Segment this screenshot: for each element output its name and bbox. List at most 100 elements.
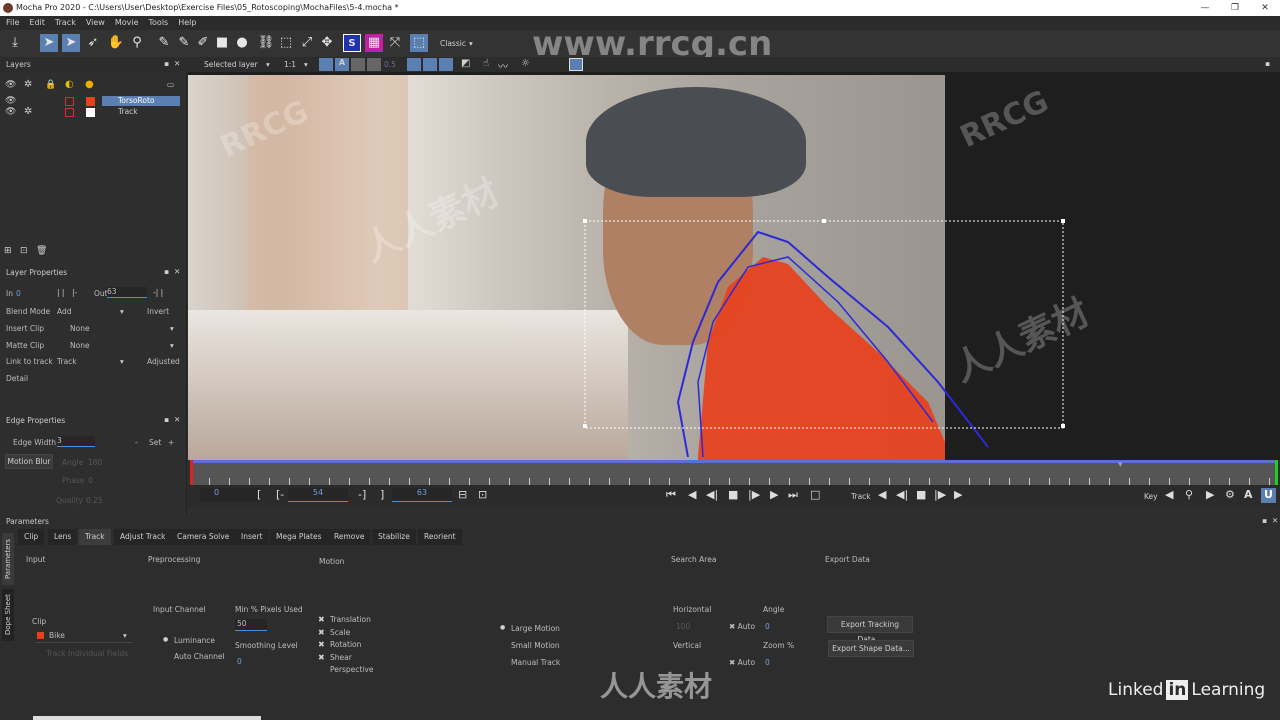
play-backward-icon[interactable]: ◀| — [706, 488, 718, 501]
export-tracking-data-button[interactable]: Export Tracking Data... — [827, 616, 913, 644]
detail-toggle[interactable]: Detail — [6, 374, 28, 383]
smoothing-field[interactable]: 0 — [237, 657, 242, 666]
undock-icon[interactable]: ▪ — [1262, 516, 1267, 525]
close-panel-icon[interactable]: ✕ — [174, 267, 180, 276]
chevron-down-icon[interactable]: ▾ — [266, 60, 270, 69]
tab-mega-plates[interactable]: Mega Plates — [270, 529, 328, 545]
tab-insert[interactable]: Insert — [235, 529, 269, 545]
timeline-scrubber[interactable]: ▾ — [190, 460, 1278, 485]
motion-scale-checkbox[interactable]: ✖ Scale — [318, 628, 373, 641]
stop-icon[interactable]: ■ — [728, 488, 738, 501]
go-in-button[interactable]: |- — [72, 288, 77, 297]
zoom-field[interactable]: 0 — [765, 658, 770, 667]
tab-lens[interactable]: Lens — [48, 529, 78, 545]
chevron-down-icon[interactable]: ▾ — [170, 324, 174, 333]
layer-name[interactable]: Track — [118, 107, 138, 116]
track-fields-checkbox[interactable]: Track Individual Fields — [46, 649, 128, 658]
chevron-down-icon[interactable]: ▾ — [120, 307, 124, 316]
layer-color-swatch[interactable] — [86, 97, 95, 106]
side-tab-dope-sheet[interactable]: Dope Sheet — [2, 589, 14, 641]
scale-tool-icon[interactable]: ⤢ — [298, 34, 316, 52]
uberkey-icon[interactable]: U — [1261, 488, 1276, 503]
settings-icon[interactable]: ✲ — [24, 106, 32, 117]
hand-cursor-icon[interactable]: ☝ — [483, 58, 489, 69]
horizontal-auto-checkbox[interactable]: ✖ Auto — [729, 622, 755, 631]
large-motion-radio[interactable]: ● — [500, 624, 505, 631]
edge-width-field[interactable]: 3 — [57, 436, 95, 447]
tab-clip[interactable]: Clip — [18, 529, 45, 545]
luminance-radio[interactable]: ● — [163, 636, 168, 643]
layer-color-swatch[interactable] — [86, 108, 95, 117]
horizontal-field[interactable]: 100 — [676, 622, 690, 631]
end-frame-field[interactable]: 63 — [392, 488, 452, 502]
show-text-icon[interactable]: A — [335, 58, 349, 71]
set-out-button[interactable]: ] — [380, 488, 384, 501]
edge-set-button[interactable]: Set — [149, 438, 161, 447]
loop-icon[interactable]: □ — [810, 488, 820, 501]
layer-row-track[interactable]: 👁 ✲ Track — [0, 106, 187, 118]
tab-remove[interactable]: Remove — [328, 529, 371, 545]
set-in-button[interactable]: | | — [57, 288, 64, 297]
surface-icon[interactable]: S — [343, 34, 361, 52]
layers-menu-icon[interactable]: ▭ — [167, 80, 174, 89]
show-roto-icon[interactable] — [367, 58, 381, 71]
add-layer-icon[interactable]: ⊞ — [4, 246, 12, 256]
workspace-select[interactable]: Classic — [440, 39, 466, 48]
clear-cache-icon[interactable]: ⊡ — [478, 488, 487, 501]
circle-tool-icon[interactable]: ● — [233, 34, 251, 52]
adjusted-checkbox[interactable]: Adjusted — [147, 357, 180, 366]
track-backward-icon[interactable]: ◀ — [878, 488, 886, 501]
manual-track-radio[interactable]: Manual Track — [511, 658, 560, 667]
delete-all-keys-icon[interactable]: ⚙ — [1225, 488, 1235, 501]
close-panel-icon[interactable]: ✕ — [1272, 516, 1278, 525]
show-matte-icon[interactable] — [351, 58, 365, 71]
angle-field[interactable]: 0 — [765, 622, 770, 631]
tab-track[interactable]: Track — [79, 529, 111, 545]
chevron-down-icon[interactable]: ▾ — [469, 39, 473, 48]
clip-select[interactable]: Bike ▾ — [35, 630, 133, 643]
insert-clip-select[interactable]: None — [70, 324, 90, 333]
cache-icon[interactable]: ⊟ — [458, 488, 467, 501]
xspline-tool-icon[interactable]: ✎ — [155, 34, 173, 52]
close-panel-icon[interactable]: ✕ — [174, 415, 180, 424]
mb-angle-field[interactable]: 180 — [88, 458, 102, 467]
grid-icon[interactable]: ▦ — [365, 34, 383, 52]
matte-toggle-icon[interactable] — [65, 97, 74, 106]
chevron-down-icon[interactable]: ▾ — [304, 60, 308, 69]
next-key-icon[interactable]: ▶ — [1206, 488, 1214, 501]
prev-key-icon[interactable]: ◀ — [1165, 488, 1173, 501]
hand-tool-icon[interactable]: ✋ — [107, 34, 125, 52]
auto-channel-radio[interactable]: Auto Channel — [174, 652, 225, 661]
add-point-tool-icon[interactable]: ➶ — [84, 34, 102, 52]
invert-checkbox[interactable]: Invert — [147, 307, 169, 316]
roto-shape-overlay[interactable] — [188, 72, 1280, 460]
curve-icon[interactable]: 〰 — [498, 58, 508, 73]
add-key-icon[interactable]: ⚲ — [1185, 488, 1193, 501]
set-out-button[interactable]: -| | — [153, 288, 163, 297]
menu-file[interactable]: File — [6, 16, 19, 30]
rectangle-tool-icon[interactable]: ■ — [213, 34, 231, 52]
brush-tool-icon[interactable]: ✐ — [194, 34, 212, 52]
tab-adjust-track[interactable]: Adjust Track — [114, 529, 172, 545]
out-marker[interactable] — [1275, 460, 1278, 485]
export-shape-data-button[interactable]: Export Shape Data... — [828, 640, 914, 657]
blend-mode-select[interactable]: Add — [57, 307, 72, 316]
menu-track[interactable]: Track — [55, 16, 76, 30]
edge-plus-button[interactable]: + — [168, 438, 174, 447]
matte-toggle-icon[interactable] — [65, 108, 74, 117]
close-panel-icon[interactable]: ✕ — [174, 59, 180, 68]
fit-frame-icon[interactable]: ⬚ — [410, 34, 428, 52]
menu-movie[interactable]: Movie — [115, 16, 139, 30]
in-field[interactable]: 0 — [16, 289, 21, 298]
bezier-tool-icon[interactable]: ✎ — [175, 34, 193, 52]
info-icon[interactable] — [569, 58, 583, 71]
motion-perspective-checkbox[interactable]: Perspective — [318, 665, 373, 678]
overlay-icon[interactable] — [423, 58, 437, 71]
brightness-icon[interactable]: ☼ — [521, 58, 530, 69]
side-tab-parameters[interactable]: Parameters — [2, 533, 14, 585]
go-to-end-icon[interactable]: ⏭ — [788, 488, 798, 502]
viewer-canvas[interactable]: RRCG RRCG 人人素材 人人素材 — [188, 72, 1280, 460]
matte-clip-select[interactable]: None — [70, 341, 90, 350]
chevron-down-icon[interactable]: ▾ — [170, 341, 174, 350]
render-icon[interactable]: ◩ — [461, 58, 470, 69]
